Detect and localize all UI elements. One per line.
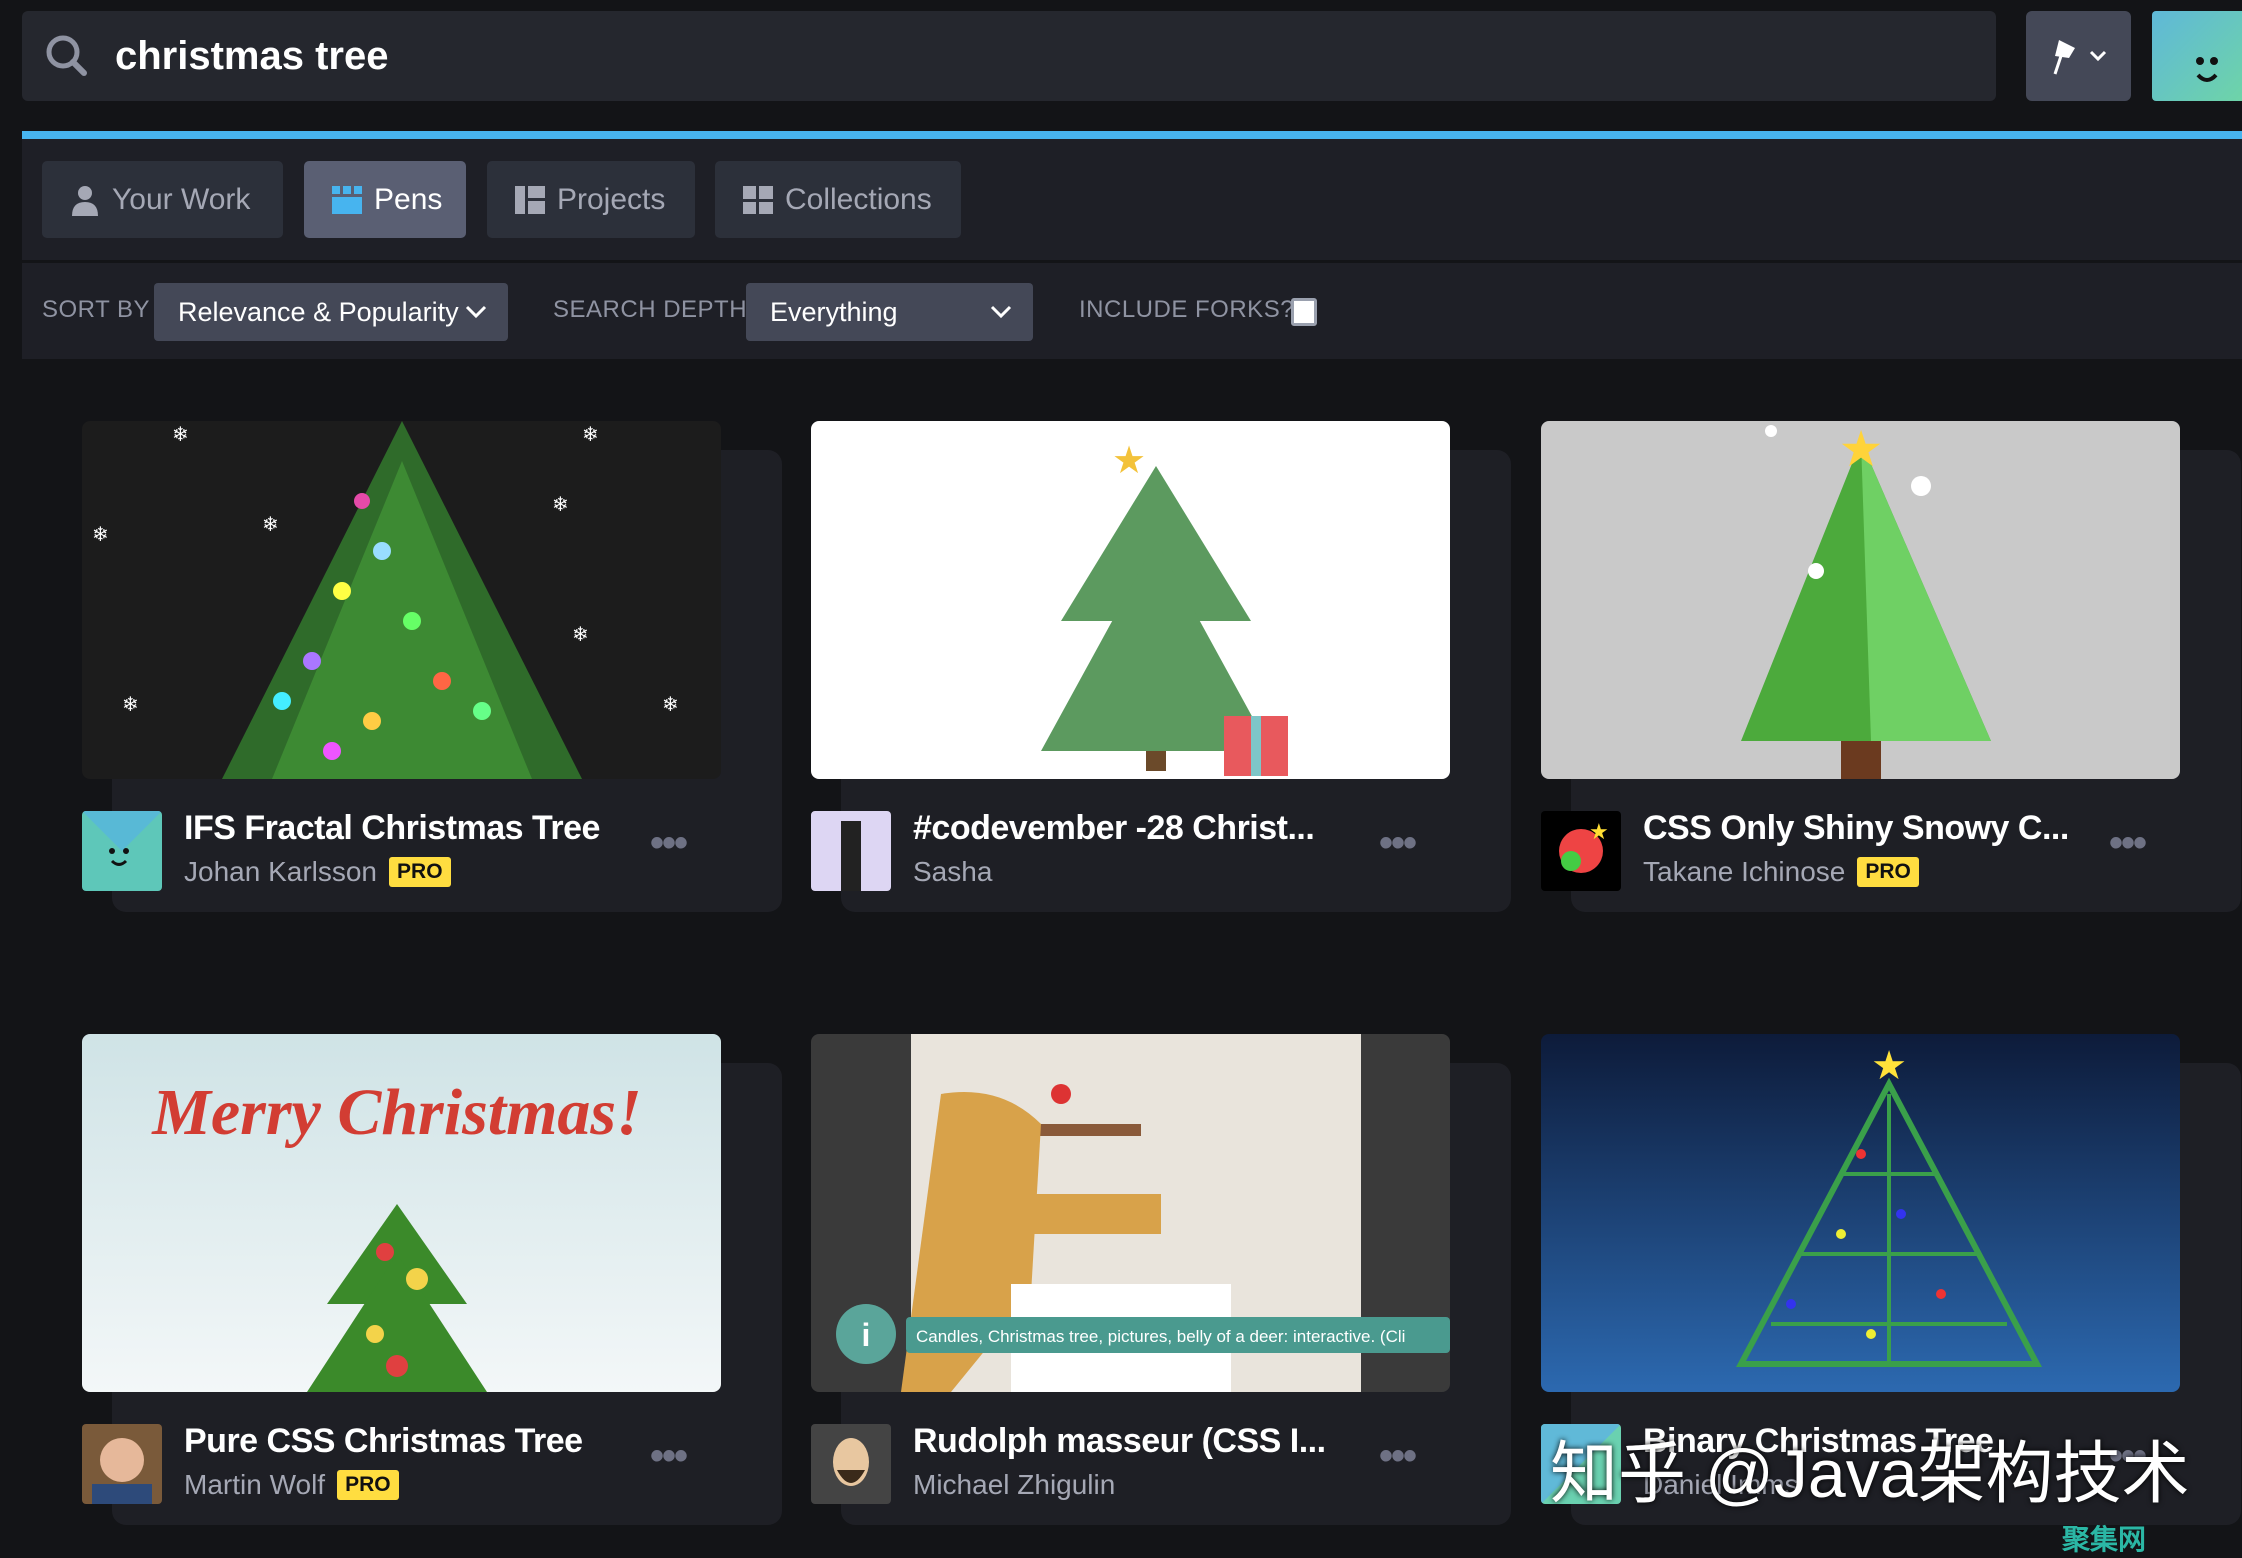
- tab-projects[interactable]: Projects: [487, 161, 695, 238]
- pens-icon: [332, 185, 362, 214]
- thumb-text: Merry Christmas!: [151, 1076, 642, 1149]
- pen-author: Michael Zhigulin: [913, 1469, 1115, 1501]
- thumb-merry-christmas: Merry Christmas!: [82, 1034, 721, 1392]
- smiley-avatar-icon: [2196, 57, 2218, 82]
- author-name[interactable]: Johan Karlsson: [184, 856, 377, 888]
- pen-title[interactable]: #codevember -28 Christ...: [913, 809, 1315, 848]
- author-name[interactable]: Takane Ichinose: [1643, 856, 1845, 888]
- thumb-fractal-tree: ❄ ❄ ❄ ❄ ❄ ❄ ❄ ❄: [82, 421, 721, 779]
- svg-text:❄: ❄: [262, 514, 279, 536]
- pro-badge: PRO: [337, 1470, 399, 1500]
- author-avatar-link[interactable]: [82, 811, 162, 891]
- pen-preview[interactable]: ★: [1541, 1034, 2180, 1392]
- svg-text:❄: ❄: [92, 524, 109, 546]
- pen-title[interactable]: CSS Only Shiny Snowy C...: [1643, 809, 2069, 848]
- svg-text:❄: ❄: [122, 694, 139, 716]
- svg-text:❄: ❄: [662, 694, 679, 716]
- user-avatar[interactable]: [2152, 11, 2242, 101]
- author-avatar-link[interactable]: [811, 811, 891, 891]
- tab-label: Projects: [557, 182, 666, 216]
- include-forks-label: INCLUDE FORKS?: [1079, 296, 1295, 323]
- search-depth-select[interactable]: Everything: [746, 283, 1033, 341]
- svg-text:★: ★: [1839, 421, 1884, 477]
- pen-preview[interactable]: ★: [811, 421, 1450, 779]
- include-forks-checkbox[interactable]: [1291, 298, 1317, 326]
- pen-title[interactable]: Pure CSS Christmas Tree: [184, 1422, 583, 1461]
- depth-value: Everything: [770, 296, 898, 327]
- pin-icon: [2053, 40, 2107, 75]
- author-name[interactable]: Martin Wolf: [184, 1469, 325, 1501]
- pen-author: Johan Karlsson PRO: [184, 856, 451, 888]
- divider: [22, 260, 2242, 263]
- pen-preview[interactable]: ★: [1541, 421, 2180, 779]
- author-avatar: [82, 811, 162, 891]
- chevron-down-icon: [990, 305, 1012, 319]
- tab-pens[interactable]: Pens: [304, 161, 466, 238]
- sort-value: Relevance & Popularity: [178, 296, 459, 327]
- svg-text:❄: ❄: [552, 494, 569, 516]
- more-options-button[interactable]: •••: [1379, 821, 1417, 866]
- svg-text:❄: ❄: [572, 624, 589, 646]
- thumb-binary-tree: ★: [1541, 1034, 2180, 1392]
- tab-label: Collections: [785, 182, 932, 216]
- author-avatar-link[interactable]: [82, 1424, 162, 1504]
- chevron-down-icon: [465, 305, 487, 319]
- svg-text:★: ★: [1589, 819, 1609, 844]
- pen-author: Sasha: [913, 856, 992, 888]
- thumb-tree-gift: ★: [811, 421, 1450, 779]
- tab-label: Pens: [374, 182, 443, 216]
- tab-label: Your Work: [112, 182, 251, 216]
- svg-text:❄: ❄: [172, 424, 189, 446]
- thumb-caption: Candles, Christmas tree, pictures, belly…: [916, 1327, 1405, 1346]
- search-input[interactable]: christmas tree: [115, 31, 388, 81]
- pen-preview[interactable]: ❄ ❄ ❄ ❄ ❄ ❄ ❄ ❄: [82, 421, 721, 779]
- pen-preview[interactable]: Merry Christmas!: [82, 1034, 721, 1392]
- pinned-items-button[interactable]: [2026, 11, 2131, 101]
- pen-title[interactable]: Rudolph masseur (CSS I...: [913, 1422, 1326, 1461]
- search-depth-label: SEARCH DEPTH: [553, 296, 748, 323]
- search-icon: [46, 35, 87, 76]
- author-avatar: [82, 1424, 162, 1504]
- author-name[interactable]: Michael Zhigulin: [913, 1469, 1115, 1501]
- author-avatar: [811, 1424, 891, 1504]
- user-icon: [72, 185, 98, 216]
- pro-badge: PRO: [1857, 857, 1919, 887]
- search-bar[interactable]: christmas tree: [22, 11, 1996, 101]
- more-options-button[interactable]: •••: [650, 821, 688, 866]
- projects-icon: [515, 185, 545, 214]
- tab-your-work[interactable]: Your Work: [42, 161, 283, 238]
- more-options-button[interactable]: •••: [1379, 1434, 1417, 1479]
- svg-text:★: ★: [1112, 440, 1146, 482]
- pen-title[interactable]: IFS Fractal Christmas Tree: [184, 809, 600, 848]
- thumb-rudolph: i Candles, Christmas tree, pictures, bell…: [811, 1034, 1450, 1392]
- watermark: 知乎 @Java架构技术: [1550, 1436, 2190, 1512]
- svg-text:i: i: [862, 1317, 871, 1353]
- author-name[interactable]: Sasha: [913, 856, 992, 888]
- more-options-button[interactable]: •••: [650, 1434, 688, 1479]
- pen-preview[interactable]: i Candles, Christmas tree, pictures, bell…: [811, 1034, 1450, 1392]
- collections-icon: [743, 185, 773, 214]
- author-avatar-link[interactable]: ★: [1541, 811, 1621, 891]
- pen-author: Martin Wolf PRO: [184, 1469, 399, 1501]
- pen-author: Takane Ichinose PRO: [1643, 856, 1919, 888]
- accent-bar: [22, 131, 2242, 139]
- pro-badge: PRO: [389, 857, 451, 887]
- author-avatar: ★: [1541, 811, 1621, 891]
- sort-by-select[interactable]: Relevance & Popularity: [154, 283, 508, 341]
- thumb-shiny-tree: ★: [1541, 421, 2180, 779]
- sort-by-label: SORT BY: [42, 296, 150, 323]
- watermark-corner: 聚集网: [2062, 1524, 2147, 1555]
- tab-collections[interactable]: Collections: [715, 161, 961, 238]
- svg-text:❄: ❄: [582, 424, 599, 446]
- author-avatar-link[interactable]: [811, 1424, 891, 1504]
- author-avatar: [811, 811, 891, 891]
- more-options-button[interactable]: •••: [2109, 821, 2147, 866]
